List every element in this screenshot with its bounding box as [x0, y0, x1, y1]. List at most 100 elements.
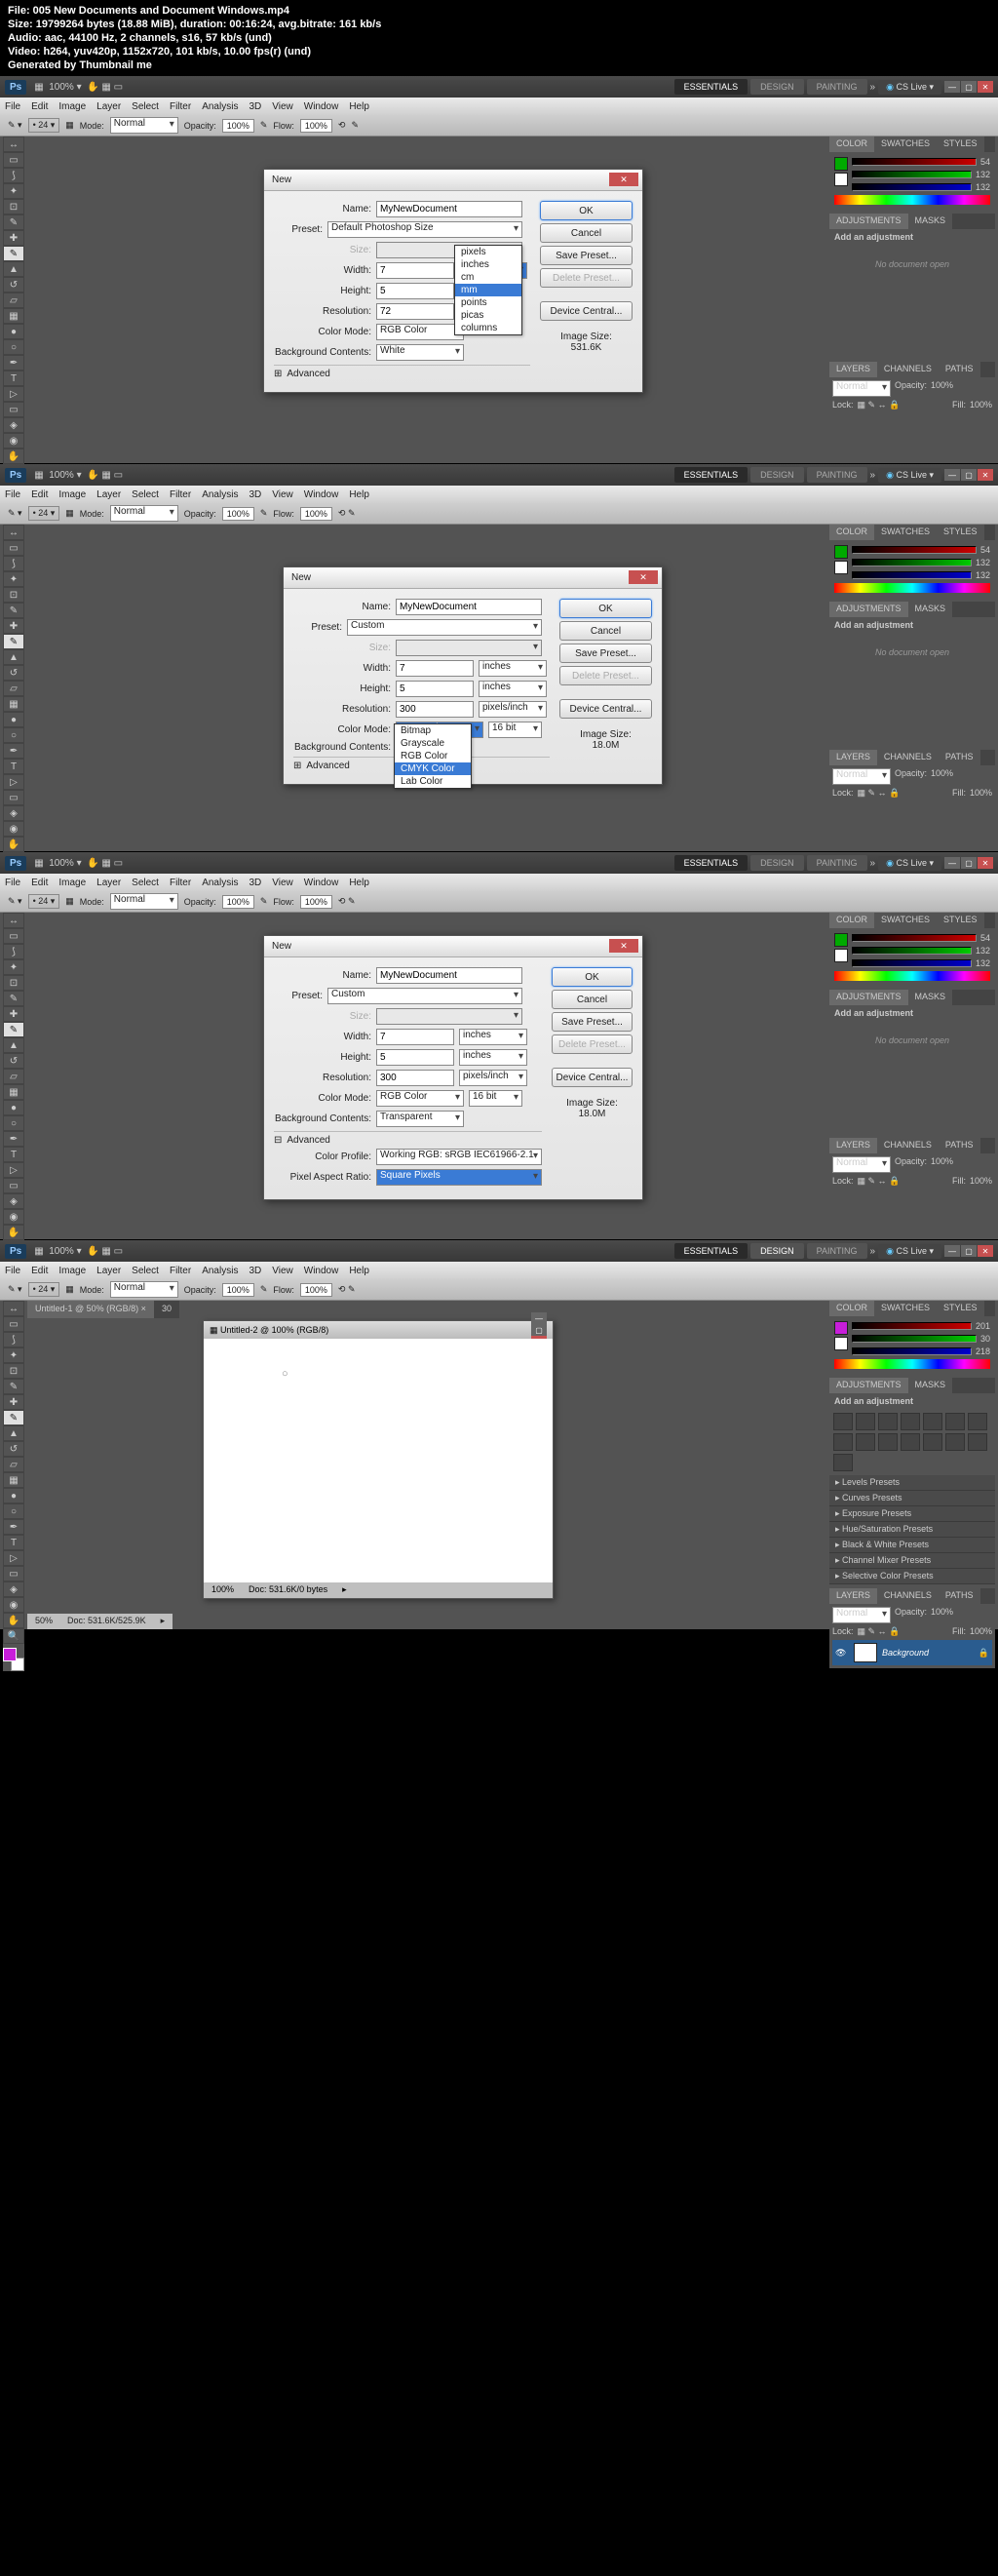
color-mode-select[interactable]: RGB Color — [376, 1090, 464, 1107]
save-preset-button[interactable]: Save Preset... — [552, 1012, 633, 1032]
float-zoom-readout[interactable]: 100% — [211, 1584, 234, 1596]
tablet-icon[interactable]: ✎ — [260, 120, 268, 131]
ok-button[interactable]: OK — [540, 201, 633, 220]
preset-item[interactable]: ▸ Curves Presets — [829, 1491, 995, 1506]
workspace-essentials[interactable]: ESSENTIALS — [674, 79, 748, 95]
document-tab-2[interactable]: 30 — [154, 1301, 179, 1318]
save-preset-button[interactable]: Save Preset... — [540, 246, 633, 265]
hand-icon[interactable]: ✋ — [87, 82, 98, 93]
styles-tab[interactable]: STYLES — [937, 137, 984, 152]
dodge-tool[interactable]: ○ — [3, 339, 24, 355]
ok-button[interactable]: OK — [552, 967, 633, 987]
r-slider[interactable] — [852, 158, 977, 166]
brush-tool[interactable]: ✎ — [3, 246, 24, 261]
float-doc-readout[interactable]: Doc: 531.6K/0 bytes — [249, 1584, 327, 1596]
history-brush-tool[interactable]: ↺ — [3, 277, 24, 293]
advanced-toggle[interactable]: ⊟ — [274, 1135, 282, 1146]
curves-icon[interactable] — [878, 1413, 898, 1430]
dialog-close-icon[interactable]: ✕ — [609, 173, 638, 186]
resolution-input[interactable] — [376, 1070, 454, 1086]
ok-button[interactable]: OK — [559, 599, 652, 618]
layer-name[interactable]: Background — [882, 1648, 929, 1658]
bw-icon[interactable] — [833, 1433, 853, 1451]
exposure-icon[interactable] — [901, 1413, 920, 1430]
adjustments-tab[interactable]: ADJUSTMENTS — [829, 214, 908, 229]
brush-size[interactable]: • 24 ▾ — [28, 118, 60, 133]
layers-tab[interactable]: LAYERS — [829, 362, 877, 377]
eraser-tool[interactable]: ▱ — [3, 293, 24, 308]
device-central-button[interactable]: Device Central... — [559, 699, 652, 719]
preset-select[interactable]: Default Photoshop Size — [327, 221, 522, 238]
bg-contents-select[interactable]: White — [376, 344, 464, 361]
status-arrow[interactable]: ▸ — [161, 1616, 166, 1627]
workspace-painting[interactable]: PAINTING — [807, 79, 867, 95]
height-input[interactable] — [396, 681, 474, 697]
cancel-button[interactable]: Cancel — [540, 223, 633, 243]
channel-mixer-icon[interactable] — [878, 1433, 898, 1451]
menu-window[interactable]: Window — [304, 101, 339, 112]
bg-contents-select[interactable]: Transparent — [376, 1111, 464, 1127]
close-button[interactable]: ✕ — [978, 81, 993, 93]
gradient-tool[interactable]: ▦ — [3, 308, 24, 324]
minimize-button[interactable]: — — [944, 81, 960, 93]
wand-tool[interactable]: ✦ — [3, 183, 24, 199]
crop-tool[interactable]: ⊡ — [3, 199, 24, 215]
document-tab-1[interactable]: Untitled-1 @ 50% (RGB/8) × — [27, 1301, 154, 1318]
menu-layer[interactable]: Layer — [96, 101, 121, 112]
fg-swatch[interactable] — [834, 157, 848, 171]
3d-camera-tool[interactable]: ◉ — [3, 433, 24, 449]
blur-tool[interactable]: ● — [3, 324, 24, 339]
invert-icon[interactable] — [901, 1433, 920, 1451]
cancel-button[interactable]: Cancel — [559, 621, 652, 641]
flow-value[interactable]: 100% — [300, 119, 332, 133]
brush-panel-icon[interactable]: ▦ — [65, 120, 74, 131]
heal-tool[interactable]: ✚ — [3, 230, 24, 246]
menu-view[interactable]: View — [272, 101, 293, 112]
floating-document-window[interactable]: ▦ Untitled-2 @ 100% (RGB/8) —▢✕ ○ 100% D… — [203, 1320, 554, 1599]
advanced-toggle[interactable]: ⊞ — [293, 761, 301, 771]
spectrum-strip[interactable] — [834, 195, 990, 205]
dialog-titlebar[interactable]: New✕ — [264, 170, 642, 191]
menu-filter[interactable]: Filter — [170, 101, 191, 112]
device-central-button[interactable]: Device Central... — [540, 301, 633, 321]
screen-icon[interactable]: ▭ — [114, 82, 123, 93]
zoom-readout[interactable]: 50% — [35, 1616, 53, 1627]
gradient-map-icon[interactable] — [968, 1433, 987, 1451]
posterize-icon[interactable] — [923, 1433, 942, 1451]
preset-item[interactable]: ▸ Hue/Saturation Presets — [829, 1522, 995, 1538]
tablet-pressure-icon[interactable]: ✎ — [351, 120, 359, 131]
dialog-close-icon[interactable]: ✕ — [629, 570, 658, 584]
paths-tab[interactable]: PATHS — [939, 362, 980, 377]
path-tool[interactable]: ▷ — [3, 386, 24, 402]
airbrush-icon[interactable]: ⟲ — [338, 120, 346, 131]
height-input[interactable] — [376, 283, 454, 299]
bridge-icon[interactable]: ▦ — [34, 82, 43, 93]
layer-blend-select[interactable]: Normal — [832, 380, 891, 397]
color-balance-icon[interactable] — [968, 1413, 987, 1430]
preset-select[interactable]: Custom — [327, 988, 522, 1004]
opacity-value[interactable]: 100% — [222, 119, 254, 133]
preset-select[interactable]: Custom — [347, 619, 542, 636]
color-profile-select[interactable]: Working RGB: sRGB IEC61966-2.1 — [376, 1149, 542, 1165]
name-input[interactable] — [396, 599, 542, 615]
float-min-icon[interactable]: — — [531, 1312, 547, 1324]
brush-preview-icon[interactable]: ✎ ▾ — [8, 120, 22, 131]
name-input[interactable] — [376, 201, 522, 217]
move-tool[interactable]: ↔ — [3, 137, 24, 152]
color-tab[interactable]: COLOR — [829, 137, 874, 152]
menu-file[interactable]: File — [5, 101, 20, 112]
color-mode-dropdown[interactable]: Bitmap Grayscale RGB Color CMYK Color La… — [394, 723, 472, 789]
menu-select[interactable]: Select — [132, 101, 159, 112]
width-input[interactable] — [396, 660, 474, 677]
hand-tool[interactable]: ✋ — [3, 449, 24, 464]
menu-edit[interactable]: Edit — [31, 101, 48, 112]
menu-image[interactable]: Image — [58, 101, 86, 112]
channels-tab[interactable]: CHANNELS — [877, 362, 939, 377]
masks-tab[interactable]: MASKS — [908, 214, 953, 229]
menu-3d[interactable]: 3D — [249, 101, 261, 112]
visibility-icon[interactable]: 👁 — [835, 1648, 849, 1659]
threshold-icon[interactable] — [945, 1433, 965, 1451]
workspace-design[interactable]: DESIGN — [750, 79, 804, 95]
lasso-tool[interactable]: ⟆ — [3, 168, 24, 183]
doc-size-readout[interactable]: Doc: 531.6K/525.9K — [67, 1616, 146, 1627]
